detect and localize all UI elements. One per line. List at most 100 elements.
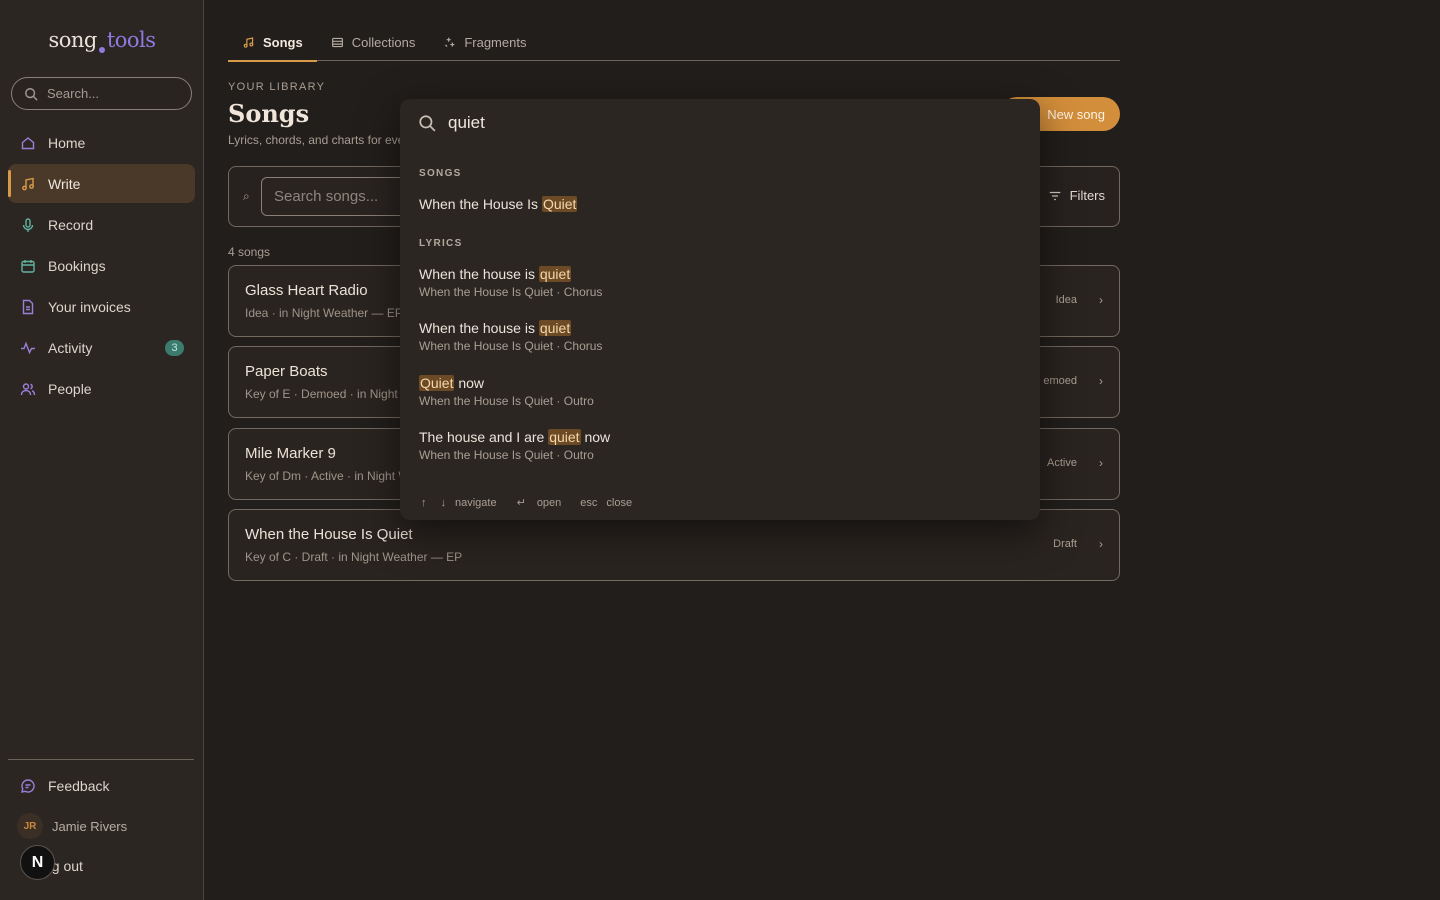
tab-songs[interactable]: Songs xyxy=(228,24,317,62)
tab-label: Songs xyxy=(263,34,303,50)
user-name: Jamie Rivers xyxy=(52,818,128,834)
hint-open: open xyxy=(536,496,562,509)
result-line: When the House Is Quiet xyxy=(419,196,578,212)
match-highlight: quiet xyxy=(548,429,581,445)
songs-section-heading: SONGS xyxy=(419,168,462,179)
filters-label: Filters xyxy=(1069,188,1105,203)
match-highlight: Quiet xyxy=(541,196,578,212)
song-title: When the House Is Quiet xyxy=(245,526,413,543)
search-palette: quiet SONGS When the House Is Quiet LYRI… xyxy=(400,99,1040,520)
filter-icon xyxy=(1049,191,1060,200)
result-line: The house and I are quiet now xyxy=(419,429,610,445)
search-icon: ⌕ xyxy=(243,189,250,203)
sidebar-item-people[interactable]: People xyxy=(8,369,195,408)
page-eyebrow: YOUR LIBRARY xyxy=(228,81,326,93)
tab-label: Fragments xyxy=(464,34,527,50)
sidebar-item-label: Record xyxy=(48,216,94,233)
user-profile[interactable]: JR Jamie Rivers xyxy=(8,806,195,846)
lyric-result[interactable]: When the house is quiet When the House I… xyxy=(419,320,602,353)
sidebar-item-home[interactable]: Home xyxy=(8,123,195,162)
microphone-icon xyxy=(22,217,34,232)
chevron-right-icon: › xyxy=(1099,374,1103,388)
music-note-icon xyxy=(243,36,254,48)
sidebar-search-placeholder: Search... xyxy=(47,86,100,101)
enter-key-icon: ↵ xyxy=(516,497,526,509)
floating-n-button[interactable]: N xyxy=(20,845,55,880)
app-logo[interactable]: song tools xyxy=(0,28,204,53)
lyrics-section-heading: LYRICS xyxy=(419,238,463,249)
sidebar-item-label: Bookings xyxy=(48,257,106,274)
match-highlight: Quiet xyxy=(419,375,455,391)
page-subtitle: Lyrics, chords, and charts for eve xyxy=(228,133,403,147)
avatar: JR xyxy=(17,813,43,839)
sparkle-icon xyxy=(445,37,455,47)
sidebar-item-label: Home xyxy=(48,134,86,151)
song-status: Idea xyxy=(1055,294,1077,306)
hint-close: close xyxy=(606,496,633,509)
activity-count-badge: 3 xyxy=(165,340,184,356)
result-line: When the house is quiet xyxy=(419,320,602,336)
result-context: When the House Is Quiet · Chorus xyxy=(419,285,603,299)
chevron-right-icon: › xyxy=(1099,293,1103,307)
result-text: When the House Is xyxy=(419,196,542,212)
song-title: Glass Heart Radio xyxy=(245,282,368,299)
song-meta: Idea · in Night Weather — EP xyxy=(245,306,403,320)
result-line: When the house is quiet xyxy=(419,266,602,282)
result-context: When the House Is Quiet · Outro xyxy=(419,448,594,462)
home-icon xyxy=(21,136,35,149)
palette-query: quiet xyxy=(448,113,485,132)
palette-search-input[interactable]: quiet xyxy=(418,113,485,133)
match-highlight: quiet xyxy=(538,266,572,282)
song-status: emoed xyxy=(1043,375,1077,387)
page-title: Songs xyxy=(228,99,310,128)
result-text: now xyxy=(454,375,485,391)
hint-navigate: navigate xyxy=(455,496,497,509)
chevron-right-icon: › xyxy=(1099,537,1103,551)
tab-label: Collections xyxy=(351,34,416,50)
sidebar-item-label: People xyxy=(48,380,92,397)
sidebar-item-activity[interactable]: Activity 3 xyxy=(8,328,195,367)
result-text: now xyxy=(580,429,611,445)
lyric-result[interactable]: Quiet now When the House Is Quiet · Outr… xyxy=(419,375,594,408)
lyric-result[interactable]: When the house is quiet When the House I… xyxy=(419,266,602,299)
sidebar: song tools Search... Home Write Record Bo… xyxy=(0,0,204,900)
result-context: When the House Is Quiet · Outro xyxy=(419,394,594,408)
match-highlight: quiet xyxy=(538,320,572,336)
tab-collections[interactable]: Collections xyxy=(317,24,430,60)
logo-text-song: song xyxy=(48,28,97,52)
result-line: Quiet now xyxy=(419,375,594,391)
sidebar-item-label: Activity xyxy=(48,339,93,356)
tab-fragments[interactable]: Fragments xyxy=(429,24,540,60)
sidebar-divider xyxy=(8,759,194,760)
song-count: 4 songs xyxy=(228,245,271,259)
song-title: Mile Marker 9 xyxy=(245,445,336,462)
feedback-label: Feedback xyxy=(48,778,110,794)
sidebar-item-invoices[interactable]: Your invoices xyxy=(8,287,195,326)
sidebar-item-record[interactable]: Record xyxy=(8,205,195,244)
calendar-icon xyxy=(21,259,35,273)
sidebar-item-label: Write xyxy=(48,175,81,192)
song-meta: Key of C · Draft · in Night Weather — EP xyxy=(245,550,463,564)
song-status: Draft xyxy=(1053,538,1077,550)
content-tabs: Songs Collections Fragments xyxy=(228,24,1120,62)
search-icon xyxy=(419,115,436,132)
palette-footer: ↑ ↓ navigate ↵ open esc close xyxy=(421,496,633,510)
sidebar-item-write[interactable]: Write xyxy=(8,164,195,203)
song-title: Paper Boats xyxy=(245,363,328,380)
lyric-result[interactable]: The house and I are quiet now When the H… xyxy=(419,429,610,462)
song-result[interactable]: When the House Is Quiet xyxy=(419,196,578,212)
feedback-button[interactable]: Feedback xyxy=(8,766,195,806)
sidebar-item-bookings[interactable]: Bookings xyxy=(8,246,195,285)
logo-dot xyxy=(98,47,105,53)
chevron-right-icon: › xyxy=(1099,456,1103,470)
result-context: When the House Is Quiet · Chorus xyxy=(419,339,603,353)
result-text: When the house is xyxy=(419,266,539,282)
result-text: When the house is xyxy=(419,320,539,336)
logo-text-tools: tools xyxy=(106,28,156,52)
sidebar-search-input[interactable]: Search... xyxy=(11,77,192,110)
song-status: Active xyxy=(1047,457,1077,469)
collection-icon xyxy=(331,37,343,47)
invoice-icon xyxy=(22,299,34,314)
esc-key-icon: esc xyxy=(580,496,598,509)
filters-button[interactable]: Filters xyxy=(1048,188,1105,203)
